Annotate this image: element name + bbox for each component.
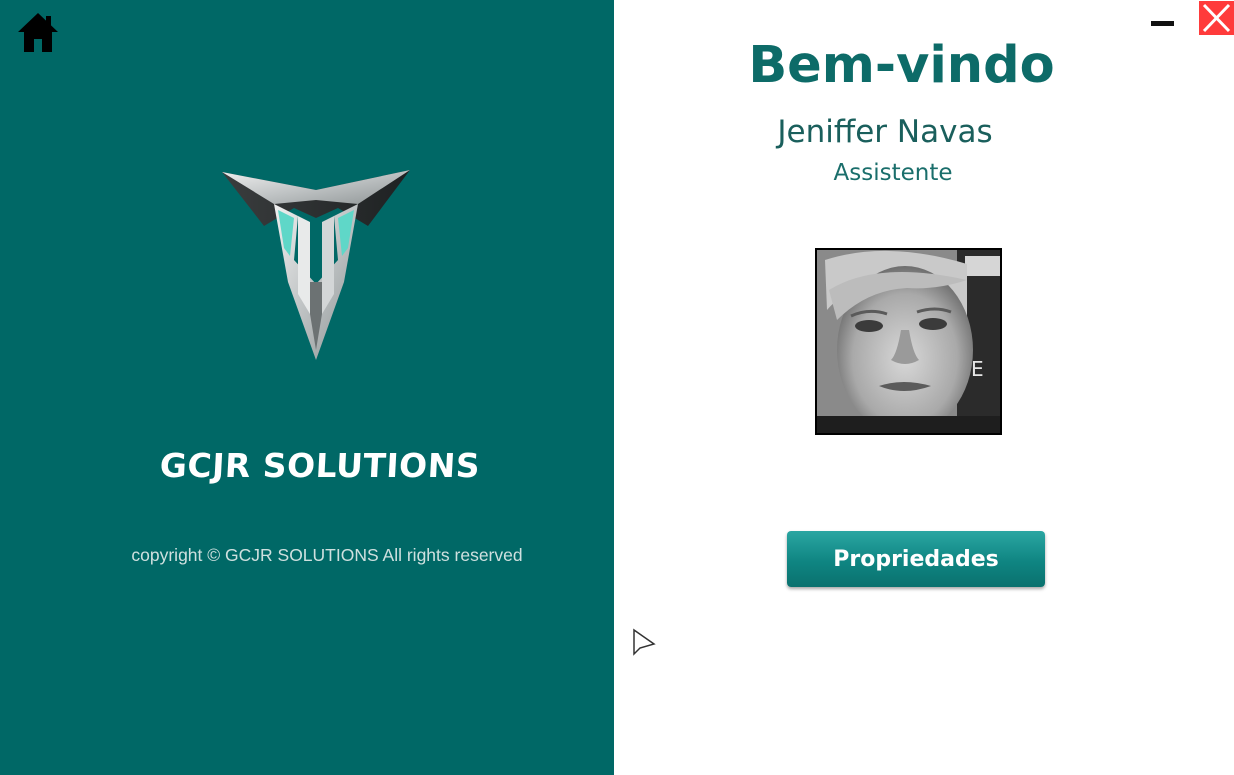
home-icon <box>18 13 58 52</box>
welcome-title: Bem-vindo <box>748 36 1055 95</box>
welcome-window: GCJR SOLUTIONS copyright © GCJR SOLUTION… <box>0 0 1234 775</box>
mouse-cursor-icon <box>633 628 656 656</box>
close-icon <box>1202 3 1231 33</box>
close-button[interactable] <box>1199 1 1234 35</box>
minimize-icon <box>1151 21 1174 26</box>
user-name: Jeniffer Navas <box>777 114 993 150</box>
user-photo: E <box>817 250 1000 433</box>
home-button[interactable] <box>16 10 60 54</box>
properties-button[interactable]: Propriedades <box>787 531 1045 587</box>
user-avatar: E <box>815 248 1002 435</box>
user-role: Assistente <box>833 160 953 186</box>
copyright-text: copyright © GCJR SOLUTIONS All rights re… <box>131 545 523 565</box>
minimize-button[interactable] <box>1147 4 1179 36</box>
left-panel: GCJR SOLUTIONS copyright © GCJR SOLUTION… <box>0 0 614 775</box>
brand-name: GCJR SOLUTIONS <box>158 446 482 485</box>
svg-text:E: E <box>971 357 984 381</box>
gcjr-logo-icon <box>218 164 414 364</box>
